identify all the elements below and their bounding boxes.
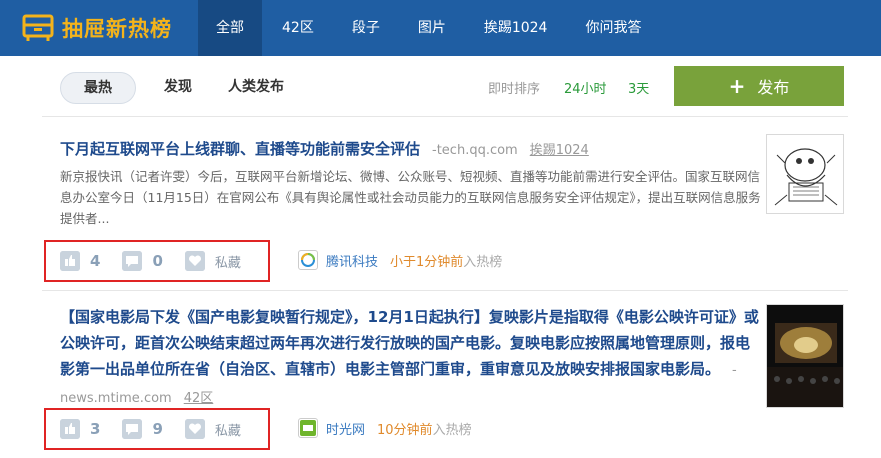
- news-thumbnail[interactable]: [766, 304, 844, 408]
- sort-24h-link[interactable]: 24小时: [564, 78, 607, 97]
- filter-bar: 最热 发现 人类发布 即时排序 24小时 3天 + 发布: [42, 66, 848, 110]
- heart-icon: [184, 419, 205, 439]
- hot-time: 小于1分钟前: [390, 254, 464, 270]
- publish-button[interactable]: + 发布: [674, 66, 844, 106]
- nav-item-jokes[interactable]: 段子: [334, 0, 398, 56]
- nav-item-42[interactable]: 42区: [264, 0, 332, 56]
- drawer-logo-icon: [22, 13, 54, 43]
- filter-hot-tab[interactable]: 最热: [60, 72, 136, 104]
- tencent-source-icon: [298, 250, 318, 270]
- source-name-link[interactable]: 时光网: [326, 419, 365, 438]
- news-title: 【国家电影局下发《国产电影复映暂行规定》，12月1日起执行】复映影片是指取得《电…: [60, 304, 762, 412]
- news-actions: 4 0 私藏: [44, 240, 270, 282]
- hot-time-suffix: 入热榜: [432, 422, 472, 438]
- mtime-source-icon: [298, 418, 318, 438]
- hot-time: 10分钟前: [377, 422, 433, 438]
- plus-icon: +: [728, 74, 746, 98]
- news-actions: 3 9 私藏: [44, 408, 270, 450]
- news-zone-link[interactable]: 42区: [184, 391, 214, 406]
- source-name-link[interactable]: 腾讯科技: [326, 251, 378, 270]
- publish-button-label: 发布: [757, 78, 790, 97]
- filter-human-publish-tab[interactable]: 人类发布: [228, 72, 284, 104]
- sort-3d-link[interactable]: 3天: [628, 78, 649, 97]
- divider: [42, 290, 848, 291]
- news-title-link[interactable]: 【国家电影局下发《国产电影复映暂行规定》，12月1日起执行】复映影片是指取得《电…: [60, 308, 759, 378]
- comment-icon: [122, 251, 143, 271]
- news-source: 腾讯科技 小于1分钟前 入热榜: [298, 250, 502, 270]
- heart-icon: [184, 251, 205, 271]
- news-zone-link[interactable]: 挨踢1024: [530, 143, 589, 158]
- news-item: 下月起互联网平台上线群聊、直播等功能前需安全评估 -tech.qq.com 挨踢10…: [42, 126, 848, 286]
- news-thumbnail[interactable]: [766, 134, 844, 214]
- nav-item-qa[interactable]: 你问我答: [567, 0, 659, 56]
- filter-discover-tab[interactable]: 发现: [164, 72, 192, 104]
- thumbs-up-icon: [60, 251, 80, 271]
- divider: [42, 116, 848, 117]
- brand-name: 抽屉新热榜: [62, 17, 172, 41]
- nav-item-pictures[interactable]: 图片: [400, 0, 464, 56]
- news-source: 时光网 10分钟前 入热榜: [298, 418, 472, 438]
- thumbs-up-icon: [60, 419, 80, 439]
- news-item: 【国家电影局下发《国产电影复映暂行规定》，12月1日起执行】复映影片是指取得《电…: [42, 296, 848, 458]
- news-title: 下月起互联网平台上线群聊、直播等功能前需安全评估 -tech.qq.com 挨踢10…: [60, 138, 762, 162]
- sort-label: 即时排序: [488, 82, 541, 97]
- hot-time-suffix: 入热榜: [463, 254, 503, 270]
- comment-icon: [122, 419, 143, 439]
- news-summary: 新京报快讯（记者许雯）今后，互联网平台新增论坛、微博、公众账号、短视频、直播等功…: [60, 169, 761, 226]
- logo[interactable]: 抽屉新热榜: [22, 12, 172, 44]
- news-domain: -tech.qq.com: [432, 143, 518, 158]
- nav-item-all[interactable]: 全部: [198, 0, 262, 56]
- top-nav-bar: 抽屉新热榜 全部 42区 段子 图片 挨踢1024 你问我答: [0, 0, 881, 56]
- main-nav: 全部 42区 段子 图片 挨踢1024 你问我答: [198, 0, 659, 56]
- nav-item-it1024[interactable]: 挨踢1024: [466, 0, 566, 56]
- news-title-link[interactable]: 下月起互联网平台上线群聊、直播等功能前需安全评估: [60, 140, 420, 158]
